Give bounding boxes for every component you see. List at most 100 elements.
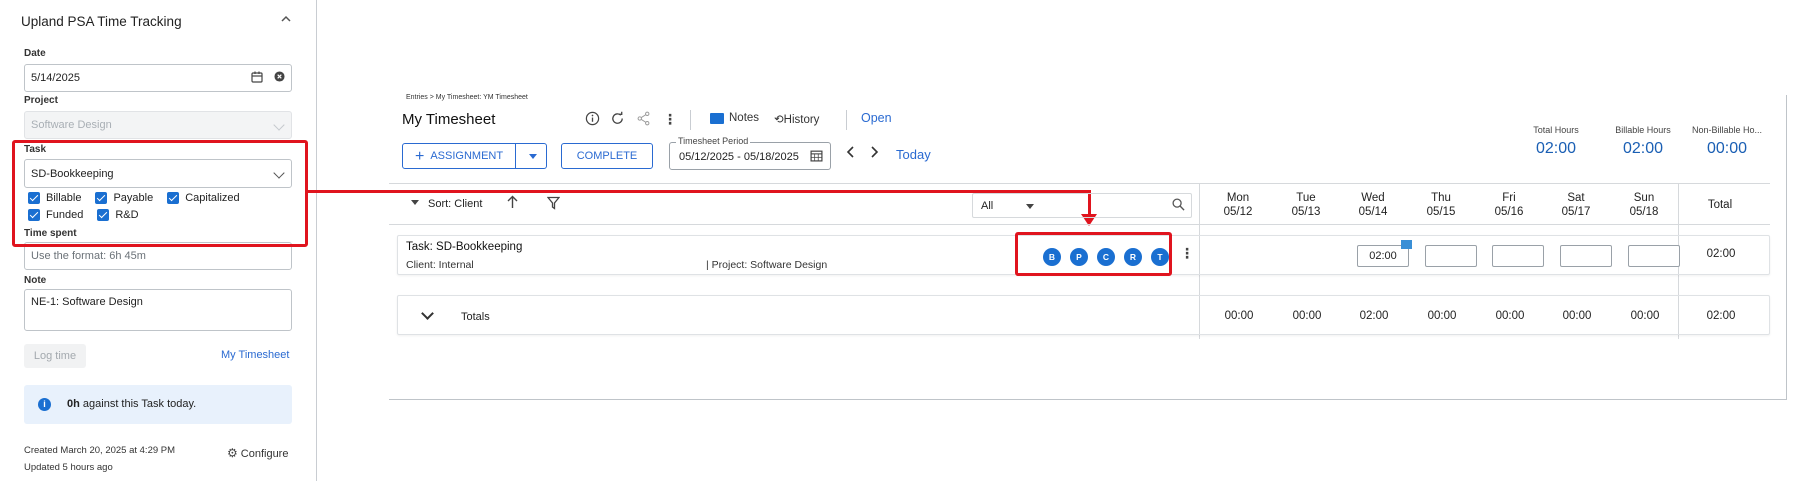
checkbox-checked-icon[interactable] [28,209,40,221]
day-date: 05/12 [1223,206,1253,218]
assignment-label: ASSIGNMENT [430,150,504,162]
notes-icon [710,112,724,124]
calendar-icon[interactable] [250,71,264,85]
chevron-up-icon[interactable] [280,13,294,27]
sort-control[interactable]: Sort: Client [411,198,482,210]
filter-icon[interactable] [546,196,561,213]
next-week-icon[interactable] [868,145,880,162]
calendar-icon[interactable] [810,149,823,165]
notes-button[interactable]: Notes [710,112,759,124]
note-label: Note [24,275,47,286]
sort-label: Sort: Client [428,198,483,210]
my-timesheet-link[interactable]: My Timesheet [221,349,289,361]
configure-button[interactable]: ⚙ Configure [227,446,288,460]
totals-row: Totals 00:00 00:00 02:00 00:00 00:00 00:… [397,295,1770,335]
checkbox-checked-icon[interactable] [167,192,180,204]
checkbox-label: Billable [46,192,82,204]
billable-flag-badge: B [1043,248,1061,266]
filter-value: All [981,200,994,212]
project-label: Project [24,95,58,106]
filter-select[interactable]: All [972,193,1192,218]
note-indicator-icon[interactable] [1401,240,1412,249]
status-link[interactable]: Open [861,111,892,125]
day-name: Tue [1296,192,1316,204]
info-circle-icon[interactable] [583,111,601,129]
info-hours: 0h [67,398,80,410]
timesheet-grid: Sort: Client All Mon 05/12 Tue 05/13 Wed 05… [389,183,1770,339]
checkbox-checked-icon[interactable] [97,209,110,221]
previous-week-icon[interactable] [845,145,857,162]
total-mon: 00:00 [1224,310,1254,322]
time-entry-thu[interactable] [1425,245,1477,267]
chevron-down-icon[interactable] [273,167,285,179]
page-title: My Timesheet [402,111,496,128]
today-link[interactable]: Today [896,147,931,162]
task-row[interactable]: Task: SD-Bookkeeping Client: Internal | … [397,235,1770,275]
day-header-sun: Sun 05/18 [1614,191,1674,219]
rnd-flag-badge: R [1124,248,1142,266]
task-flags-row-1: Billable Payable Capitalized [28,192,254,204]
rnd-checkbox[interactable]: R&D [97,209,139,221]
task-flags-row-2: Funded R&D [28,209,153,221]
more-vertical-icon[interactable]: ⋮ [661,111,679,128]
day-date: 05/14 [1358,206,1388,218]
breadcrumb[interactable]: Entries > My Timesheet: YM Timesheet [406,94,528,101]
add-assignment-button[interactable]: + ASSIGNMENT [403,144,516,168]
total-sat: 00:00 [1562,310,1592,322]
more-vertical-icon[interactable]: ⋮ [1180,245,1194,262]
sort-ascending-icon[interactable] [506,195,519,212]
day-date: 05/18 [1629,206,1659,218]
payable-checkbox[interactable]: Payable [95,192,153,204]
plus-icon: + [415,148,425,165]
share-icon[interactable] [634,111,652,129]
time-entry-sun[interactable] [1628,245,1680,267]
history-label: History [783,114,820,126]
configure-label: Configure [240,448,289,460]
chevron-down-icon[interactable] [421,307,434,320]
date-value: 5/14/2025 [31,72,80,84]
checkbox-label: R&D [115,209,139,221]
date-field[interactable]: 5/14/2025 [24,64,292,92]
refresh-icon[interactable] [608,111,626,129]
clear-icon[interactable] [272,71,286,85]
complete-button[interactable]: COMPLETE [561,143,653,169]
capitalized-flag-badge: C [1097,248,1115,266]
funded-checkbox[interactable]: Funded [28,209,83,221]
day-name: Thu [1431,192,1451,204]
checkbox-checked-icon[interactable] [95,192,108,204]
task-client: Client: Internal [406,259,474,271]
timesheet-period-field[interactable]: Timesheet Period 05/12/2025 - 05/18/2025 [669,136,831,170]
time-tracking-panel: Upland PSA Time Tracking Date 5/14/2025 … [0,0,317,481]
chevron-down-icon [273,119,285,131]
task-name[interactable]: Task: SD-Bookkeeping [406,241,522,253]
info-banner: i 0h against this Task today. [24,385,292,424]
billable-hours-value: 02:00 [1622,140,1664,157]
history-icon: ⟲ [774,114,784,126]
toolbar-divider [846,110,847,130]
day-name: Mon [1226,192,1250,204]
time-spent-input[interactable]: Use the format: 6h 45m [24,242,292,270]
log-time-button[interactable]: Log time [24,344,86,368]
time-entry-sat[interactable] [1560,245,1612,267]
period-legend: Timesheet Period [676,136,751,146]
day-name: Sat [1567,192,1585,204]
total-hours-value: 02:00 [1535,140,1577,157]
capitalized-checkbox[interactable]: Capitalized [167,192,240,204]
non-billable-hours-value: 00:00 [1706,140,1748,157]
checkbox-checked-icon[interactable] [28,192,40,204]
day-header-thu: Thu 05/15 [1411,191,1471,219]
note-textarea[interactable]: NE-1: Software Design [24,289,292,331]
note-value: NE-1: Software Design [31,296,143,308]
grand-total: 02:00 [1706,310,1736,322]
caret-down-icon [411,200,419,205]
history-button[interactable]: ⟲History [774,112,819,126]
search-icon[interactable] [1172,198,1185,214]
caret-down-icon[interactable] [529,154,537,159]
billable-checkbox[interactable]: Billable [28,192,81,204]
total-fri: 00:00 [1495,310,1525,322]
time-entry-fri[interactable] [1492,245,1544,267]
assignment-button[interactable]: + ASSIGNMENT [402,143,547,169]
checkbox-label: Capitalized [185,192,240,204]
totals-label: Totals [461,311,490,323]
task-select[interactable]: SD-Bookkeeping [24,159,292,188]
